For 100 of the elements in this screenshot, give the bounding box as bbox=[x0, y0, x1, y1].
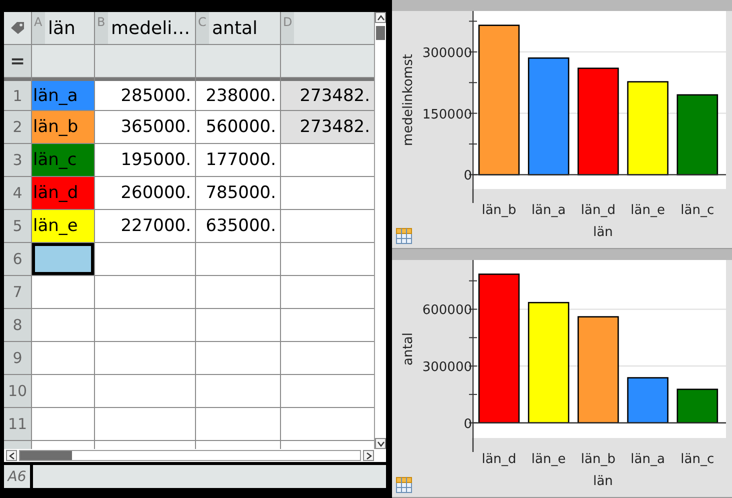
table-cell[interactable]: län_d bbox=[32, 177, 94, 209]
table-cell[interactable] bbox=[196, 309, 280, 341]
table-cell[interactable]: 227000. bbox=[95, 210, 195, 242]
row-number: 2 bbox=[4, 111, 31, 143]
scrollbar-thumb[interactable] bbox=[20, 451, 72, 460]
row-number: 11 bbox=[4, 408, 31, 440]
y-axis-title: antal bbox=[401, 332, 416, 366]
table-cell[interactable] bbox=[281, 210, 374, 242]
table-icon[interactable] bbox=[396, 228, 412, 244]
table-cell[interactable] bbox=[281, 408, 374, 440]
scroll-up-button[interactable] bbox=[375, 12, 386, 23]
vertical-scrollbar[interactable] bbox=[374, 12, 386, 449]
row-number: 8 bbox=[4, 309, 31, 341]
table-cell[interactable] bbox=[281, 309, 374, 341]
table-cell[interactable] bbox=[196, 342, 280, 374]
table-cell[interactable]: 273482. bbox=[281, 78, 374, 110]
y-axis-title: medelinkomst bbox=[401, 54, 416, 146]
row-number: 3 bbox=[4, 144, 31, 176]
category-label: län_b bbox=[580, 452, 616, 467]
y-tick-label: 600000 bbox=[422, 303, 472, 318]
column-letter: B bbox=[95, 12, 108, 44]
table-cell[interactable] bbox=[32, 309, 94, 341]
category-label: län_e bbox=[531, 452, 566, 467]
row-number: 10 bbox=[4, 375, 31, 407]
table-cell[interactable] bbox=[32, 276, 94, 308]
y-tick-label: 0 bbox=[464, 168, 472, 184]
table-cell[interactable] bbox=[196, 276, 280, 308]
horizontal-scrollbar[interactable] bbox=[4, 449, 386, 465]
row-number: 4 bbox=[4, 177, 31, 209]
table-cell[interactable] bbox=[95, 408, 195, 440]
table-cell[interactable]: 177000. bbox=[196, 144, 280, 176]
row-number: 6 bbox=[4, 243, 31, 275]
table-cell[interactable]: 273482. bbox=[281, 111, 374, 143]
x-axis-title: län bbox=[593, 225, 613, 240]
category-label: län_b bbox=[482, 203, 516, 218]
row-number: 7 bbox=[4, 276, 31, 308]
table-cell[interactable] bbox=[281, 144, 374, 176]
table-cell[interactable] bbox=[32, 243, 94, 275]
category-label: län_c bbox=[680, 203, 714, 218]
scroll-left-button[interactable] bbox=[6, 450, 17, 461]
category-label: län_a bbox=[630, 452, 665, 467]
column-name[interactable]: medeli… bbox=[108, 12, 190, 44]
table-cell[interactable]: 365000. bbox=[95, 111, 195, 143]
scrollbar-thumb[interactable] bbox=[376, 26, 385, 40]
y-tick-label: 150000 bbox=[422, 107, 472, 122]
table-cell[interactable] bbox=[281, 276, 374, 308]
formula-row-label: = bbox=[4, 45, 31, 77]
table-cell[interactable] bbox=[95, 243, 195, 275]
x-axis-title: län bbox=[593, 474, 613, 489]
table-cell[interactable]: län_e bbox=[32, 210, 94, 242]
table-cell[interactable]: 635000. bbox=[196, 210, 280, 242]
table-cell[interactable] bbox=[281, 243, 374, 275]
table-cell[interactable] bbox=[95, 309, 195, 341]
table-cell[interactable]: län_a bbox=[32, 78, 94, 110]
row-number: 1 bbox=[4, 78, 31, 110]
category-label: län_d bbox=[482, 452, 516, 467]
category-label: län_c bbox=[680, 452, 714, 467]
table-cell[interactable]: län_b bbox=[32, 111, 94, 143]
table-cell[interactable] bbox=[196, 375, 280, 407]
category-label: län_a bbox=[531, 203, 566, 218]
table-cell[interactable]: län_c bbox=[32, 144, 94, 176]
row-number: 5 bbox=[4, 210, 31, 242]
table-icon[interactable] bbox=[396, 477, 412, 493]
tag-icon[interactable] bbox=[10, 21, 26, 35]
formula-cell[interactable] bbox=[281, 45, 374, 77]
column-name[interactable]: antal bbox=[209, 12, 258, 44]
table-cell[interactable] bbox=[32, 375, 94, 407]
table-cell[interactable]: 238000. bbox=[196, 78, 280, 110]
table-cell[interactable] bbox=[281, 342, 374, 374]
table-cell[interactable] bbox=[95, 276, 195, 308]
table-cell[interactable] bbox=[196, 408, 280, 440]
column-letter: D bbox=[281, 12, 294, 44]
formula-cell[interactable] bbox=[95, 45, 195, 77]
table-cell[interactable]: 285000. bbox=[95, 78, 195, 110]
column-letter: A bbox=[32, 12, 45, 44]
column-name[interactable]: län bbox=[45, 12, 76, 44]
bar bbox=[627, 377, 668, 424]
table-cell[interactable]: 260000. bbox=[95, 177, 195, 209]
table-cell[interactable] bbox=[196, 243, 280, 275]
table-cell[interactable]: 560000. bbox=[196, 111, 280, 143]
table-cell[interactable] bbox=[281, 375, 374, 407]
table-cell[interactable]: 195000. bbox=[95, 144, 195, 176]
category-label: län_d bbox=[580, 203, 616, 218]
table-cell[interactable] bbox=[32, 408, 94, 440]
table-cell[interactable] bbox=[95, 342, 195, 374]
table-cell[interactable] bbox=[95, 375, 195, 407]
scroll-right-button[interactable] bbox=[363, 450, 374, 461]
y-tick-label: 0 bbox=[464, 416, 472, 432]
y-tick-label: 300000 bbox=[422, 46, 472, 61]
table-cell[interactable]: 785000. bbox=[196, 177, 280, 209]
formula-cell[interactable] bbox=[196, 45, 280, 77]
table-cell[interactable] bbox=[32, 342, 94, 374]
formula-cell[interactable] bbox=[32, 45, 94, 77]
column-letter: C bbox=[196, 12, 209, 44]
table-cell[interactable] bbox=[281, 177, 374, 209]
category-label: län_e bbox=[630, 203, 665, 218]
y-tick-label: 300000 bbox=[422, 360, 472, 376]
bar bbox=[676, 388, 718, 424]
row-number: 9 bbox=[4, 342, 31, 374]
scroll-down-button[interactable] bbox=[375, 438, 386, 449]
